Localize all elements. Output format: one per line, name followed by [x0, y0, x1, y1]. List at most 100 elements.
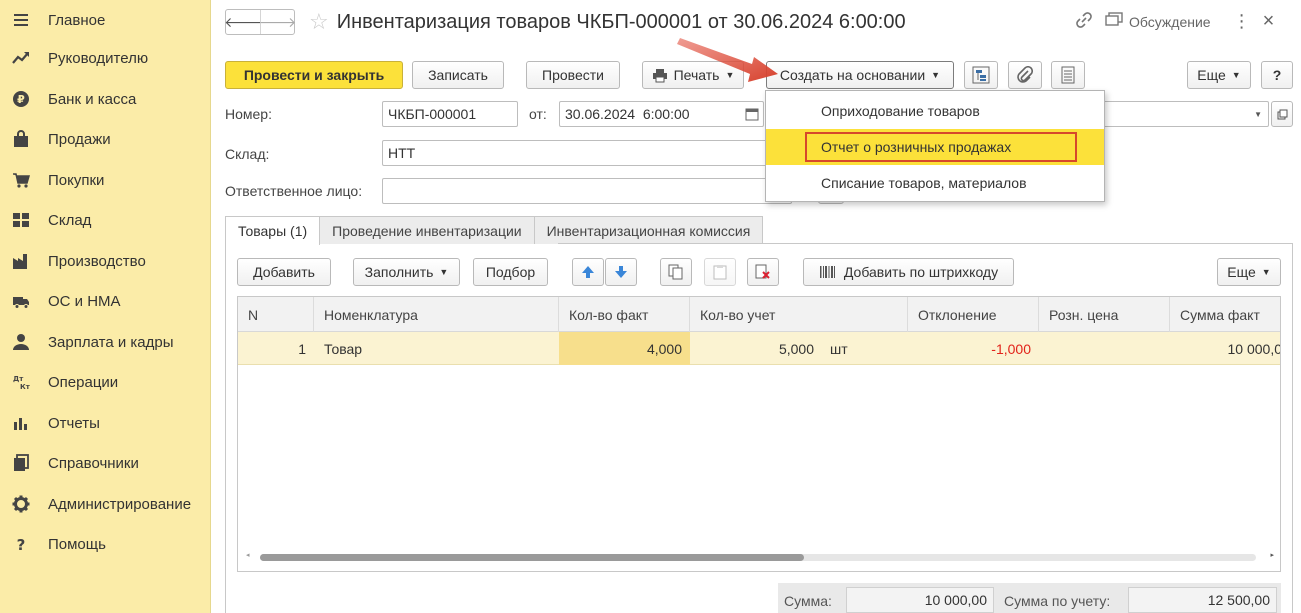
- cell-qty-fact[interactable]: 4,000: [559, 332, 690, 365]
- caret-down-icon: ▼: [1231, 70, 1241, 80]
- save-button[interactable]: Записать: [412, 61, 504, 89]
- favorite-star-icon[interactable]: ☆: [309, 11, 329, 33]
- calendar-icon[interactable]: [745, 107, 759, 121]
- sidebar-item-label: ОС и НМА: [48, 292, 121, 310]
- number-field[interactable]: ЧКБП-000001: [382, 101, 518, 127]
- open-organization-button[interactable]: [1271, 101, 1293, 127]
- discussion-label: Обсуждение: [1129, 13, 1211, 30]
- sidebar-item-manager[interactable]: Руководителю: [0, 38, 211, 78]
- column-header[interactable]: Розн. цена: [1039, 297, 1170, 332]
- print-label: Печать: [673, 67, 720, 83]
- sidebar-item-help[interactable]: ? Помощь: [0, 524, 211, 564]
- arrow-left-icon: 🡐: [224, 13, 262, 30]
- move-down-button[interactable]: [605, 258, 637, 286]
- paste-button[interactable]: [704, 258, 736, 286]
- books-icon: [11, 453, 31, 473]
- svg-text:?: ?: [17, 536, 26, 553]
- table-more-button[interactable]: Еще ▼: [1217, 258, 1281, 286]
- close-icon[interactable]: ×: [1263, 10, 1275, 33]
- back-button[interactable]: 🡐: [224, 10, 262, 34]
- sidebar-item-label: Руководителю: [48, 49, 149, 67]
- help-button[interactable]: ?: [1261, 61, 1293, 89]
- scroll-left-icon[interactable]: ◂: [246, 551, 250, 559]
- organization-field[interactable]: о ▼: [1090, 101, 1269, 127]
- gear-icon: [11, 494, 31, 514]
- sidebar-item-label: Банк и касса: [48, 90, 137, 108]
- fill-button[interactable]: Заполнить ▼: [353, 258, 460, 286]
- copy-row-button[interactable]: [660, 258, 692, 286]
- horizontal-scrollbar[interactable]: ◂ ▸: [238, 551, 1280, 563]
- tab-inventory-commission[interactable]: Инвентаризационная комиссия: [533, 216, 764, 244]
- sidebar-item-bank[interactable]: ₽ Банк и касса: [0, 79, 211, 119]
- menu-item-write-off[interactable]: Списание товаров, материалов: [766, 165, 1104, 201]
- report-button[interactable]: [1051, 61, 1085, 89]
- more-vertical-icon[interactable]: ⋮: [1233, 11, 1251, 32]
- caret-down-icon: ▼: [439, 267, 449, 277]
- column-header[interactable]: Отклонение: [908, 297, 1039, 332]
- arrow-right-icon: 🡒: [258, 13, 297, 30]
- select-items-button[interactable]: Подбор: [473, 258, 548, 286]
- document-header: 🡐 🡒 ☆ Инвентаризация товаров ЧКБП-000001…: [224, 8, 906, 36]
- hierarchy-icon: [972, 66, 990, 84]
- dt-kt-icon: Дт Кт: [11, 372, 31, 392]
- sidebar-item-reports[interactable]: Отчеты: [0, 403, 211, 443]
- svg-text:Кт: Кт: [20, 383, 30, 391]
- table-row[interactable]: 1 Товар 4,000 5,000 шт -1,000 10 000,0: [238, 332, 1280, 365]
- discussion-button[interactable]: Обсуждение: [1105, 12, 1211, 31]
- sidebar-item-production[interactable]: Производство: [0, 241, 211, 281]
- add-by-barcode-button[interactable]: Добавить по штрихкоду: [803, 258, 1014, 286]
- sidebar-item-label: Покупки: [48, 171, 105, 189]
- goods-table[interactable]: N Номенклатура Кол-во факт Кол-во учет О…: [237, 296, 1281, 572]
- warehouse-field[interactable]: НТТ: [382, 140, 772, 166]
- sidebar-item-salary[interactable]: Зарплата и кадры: [0, 322, 211, 362]
- move-up-button[interactable]: [572, 258, 604, 286]
- add-row-button[interactable]: Добавить: [237, 258, 331, 286]
- menu-item-receipt[interactable]: Оприходование товаров: [766, 93, 1104, 129]
- date-field[interactable]: 30.06.2024 6:00:00: [559, 101, 764, 127]
- sidebar-item-admin[interactable]: Администрирование: [0, 484, 211, 524]
- trend-icon: [11, 48, 31, 68]
- forward-button[interactable]: 🡒: [258, 10, 297, 34]
- column-header[interactable]: N: [238, 297, 314, 332]
- sidebar-item-warehouse[interactable]: Склад: [0, 200, 211, 240]
- sidebar-item-directories[interactable]: Справочники: [0, 443, 211, 483]
- post-and-close-button[interactable]: Провести и закрыть: [225, 61, 403, 89]
- sidebar-item-operations[interactable]: Дт Кт Операции: [0, 362, 211, 402]
- sidebar-item-label: Операции: [48, 373, 119, 391]
- cell-n: 1: [298, 340, 306, 357]
- delete-row-button[interactable]: [747, 258, 779, 286]
- menu-item-retail-report[interactable]: Отчет о розничных продажах: [766, 129, 1104, 165]
- cell-deviation: -1,000: [991, 340, 1031, 357]
- dropdown-arrow-icon[interactable]: ▼: [1254, 110, 1262, 119]
- person-icon: [11, 332, 31, 352]
- responsible-field[interactable]: [382, 178, 792, 204]
- post-button[interactable]: Провести: [526, 61, 620, 89]
- cell-price: [1039, 332, 1170, 365]
- scroll-thumb[interactable]: [260, 554, 804, 561]
- create-based-on-button[interactable]: Создать на основании ▼: [766, 61, 954, 89]
- column-header[interactable]: Номенклатура: [314, 297, 559, 332]
- column-header[interactable]: Кол-во учет: [690, 297, 908, 332]
- column-header[interactable]: Сумма факт: [1170, 297, 1280, 332]
- create-based-label: Создать на основании: [779, 67, 926, 83]
- cart-icon: [11, 170, 31, 190]
- column-header[interactable]: Кол-во факт: [559, 297, 690, 332]
- tab-goods[interactable]: Товары (1): [225, 216, 321, 245]
- sidebar-item-assets[interactable]: ОС и НМА: [0, 281, 211, 321]
- scroll-right-icon[interactable]: ▸: [1270, 551, 1274, 559]
- sidebar-item-label: Отчеты: [48, 414, 100, 432]
- factory-icon: [11, 251, 31, 271]
- fill-label: Заполнить: [364, 264, 434, 280]
- cell-item[interactable]: Товар: [314, 332, 559, 365]
- tab-inventory-posting[interactable]: Проведение инвентаризации: [319, 216, 535, 244]
- more-button[interactable]: Еще ▼: [1187, 61, 1251, 89]
- sidebar-item-purchases[interactable]: Покупки: [0, 160, 211, 200]
- bar-chart-icon: [11, 413, 31, 433]
- structure-button[interactable]: [964, 61, 998, 89]
- sidebar-item-main[interactable]: Главное: [0, 0, 211, 40]
- link-icon[interactable]: [1075, 11, 1093, 32]
- attach-button[interactable]: [1008, 61, 1042, 89]
- print-button[interactable]: Печать ▼: [642, 61, 744, 89]
- sidebar-item-sales[interactable]: Продажи: [0, 119, 211, 159]
- chat-icon: [1105, 12, 1123, 31]
